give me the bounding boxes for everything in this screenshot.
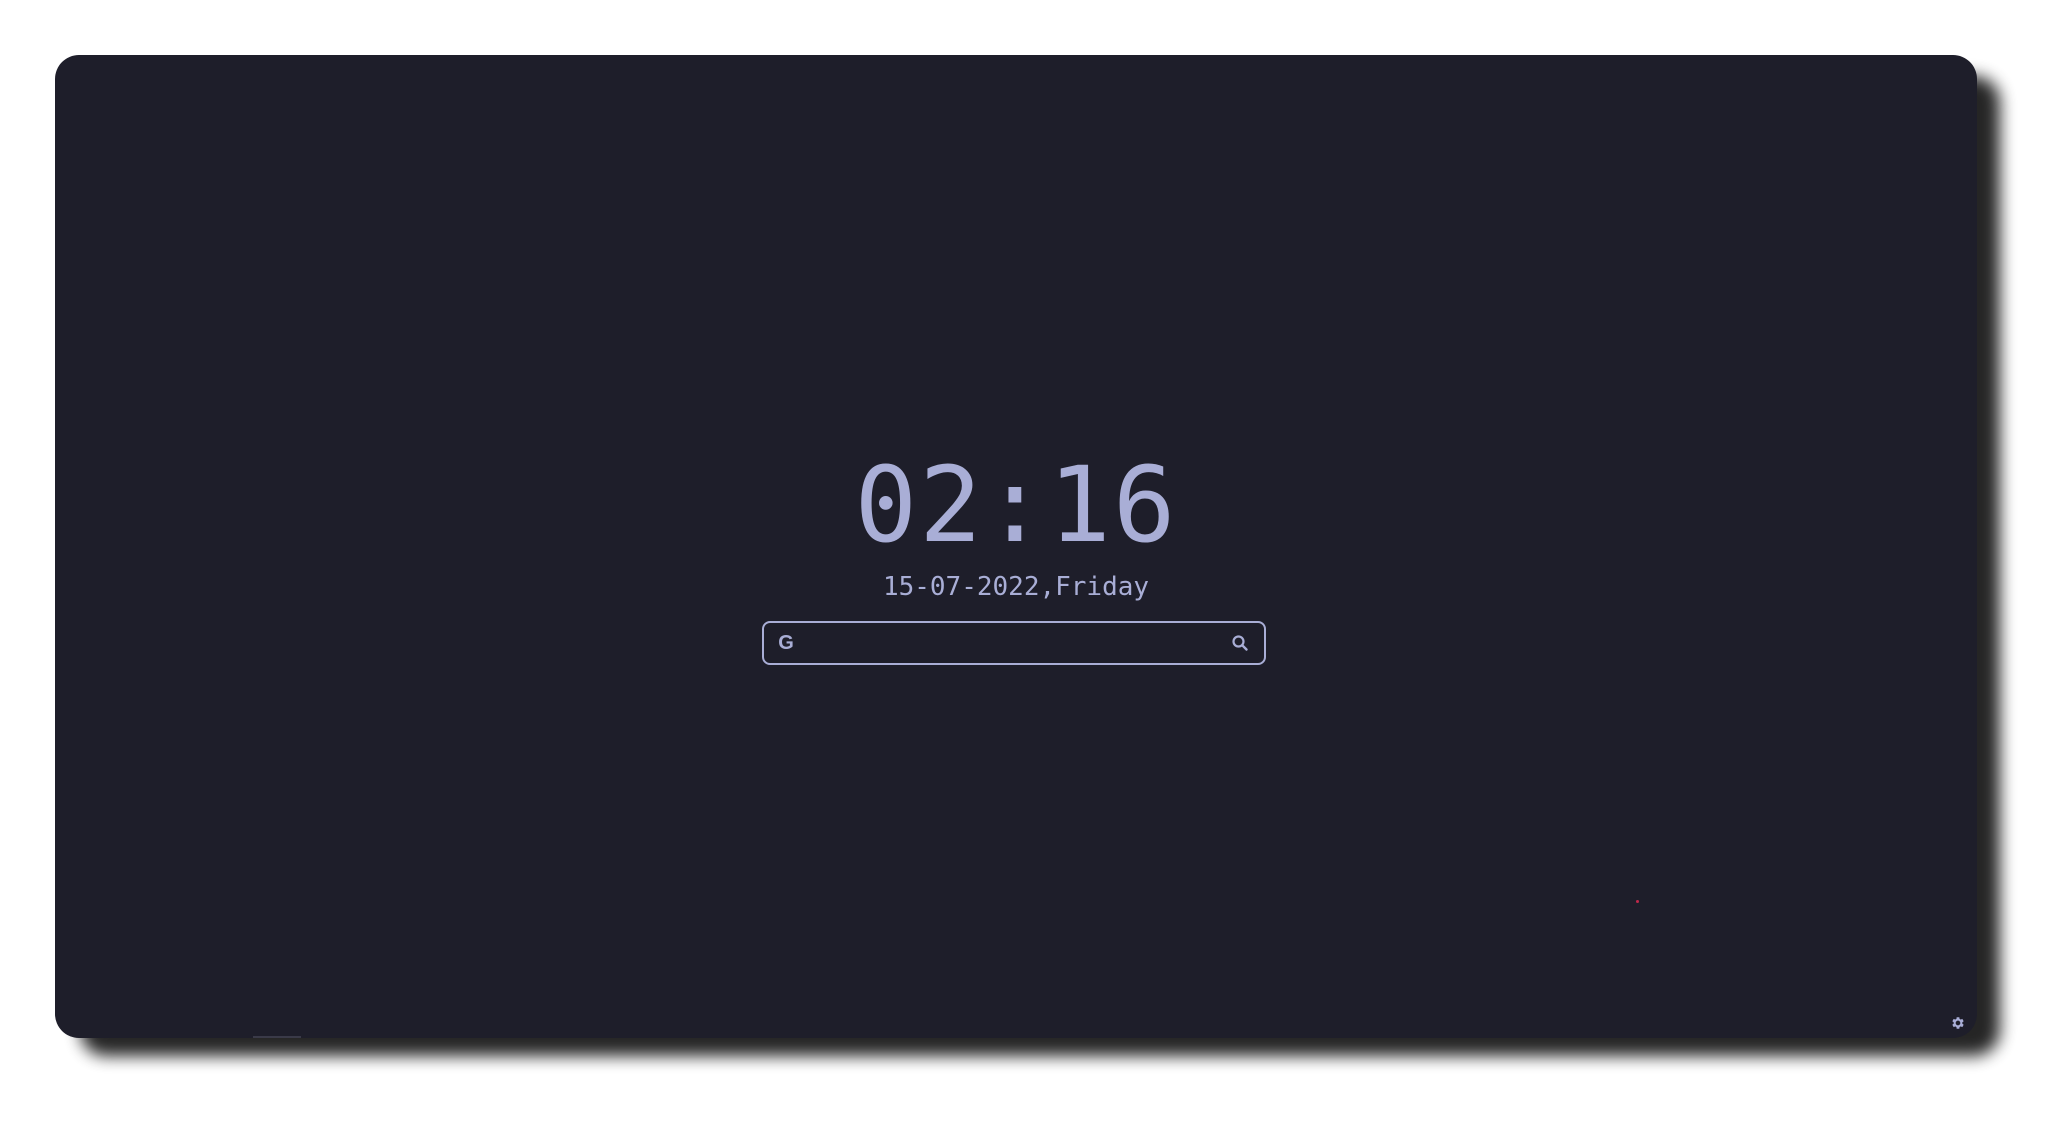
search-input[interactable] <box>798 623 1228 663</box>
search-button[interactable] <box>1228 631 1252 655</box>
stray-dot <box>1636 900 1639 903</box>
gear-icon <box>1952 1017 1964 1029</box>
clock-time: 02:16 <box>854 444 1178 566</box>
search-bar[interactable]: G <box>762 621 1266 665</box>
startpage-content: 02:16 15-07-2022,Friday G <box>55 55 1977 1038</box>
bottom-indicator <box>253 1036 301 1038</box>
google-icon[interactable]: G <box>774 631 798 655</box>
date-label: 15-07-2022,Friday <box>882 572 1150 602</box>
startpage-window: 02:16 15-07-2022,Friday G <box>55 55 1977 1038</box>
settings-button[interactable] <box>1949 1014 1967 1032</box>
desktop-backdrop: 02:16 15-07-2022,Friday G <box>0 0 2070 1131</box>
search-icon <box>1232 635 1248 651</box>
